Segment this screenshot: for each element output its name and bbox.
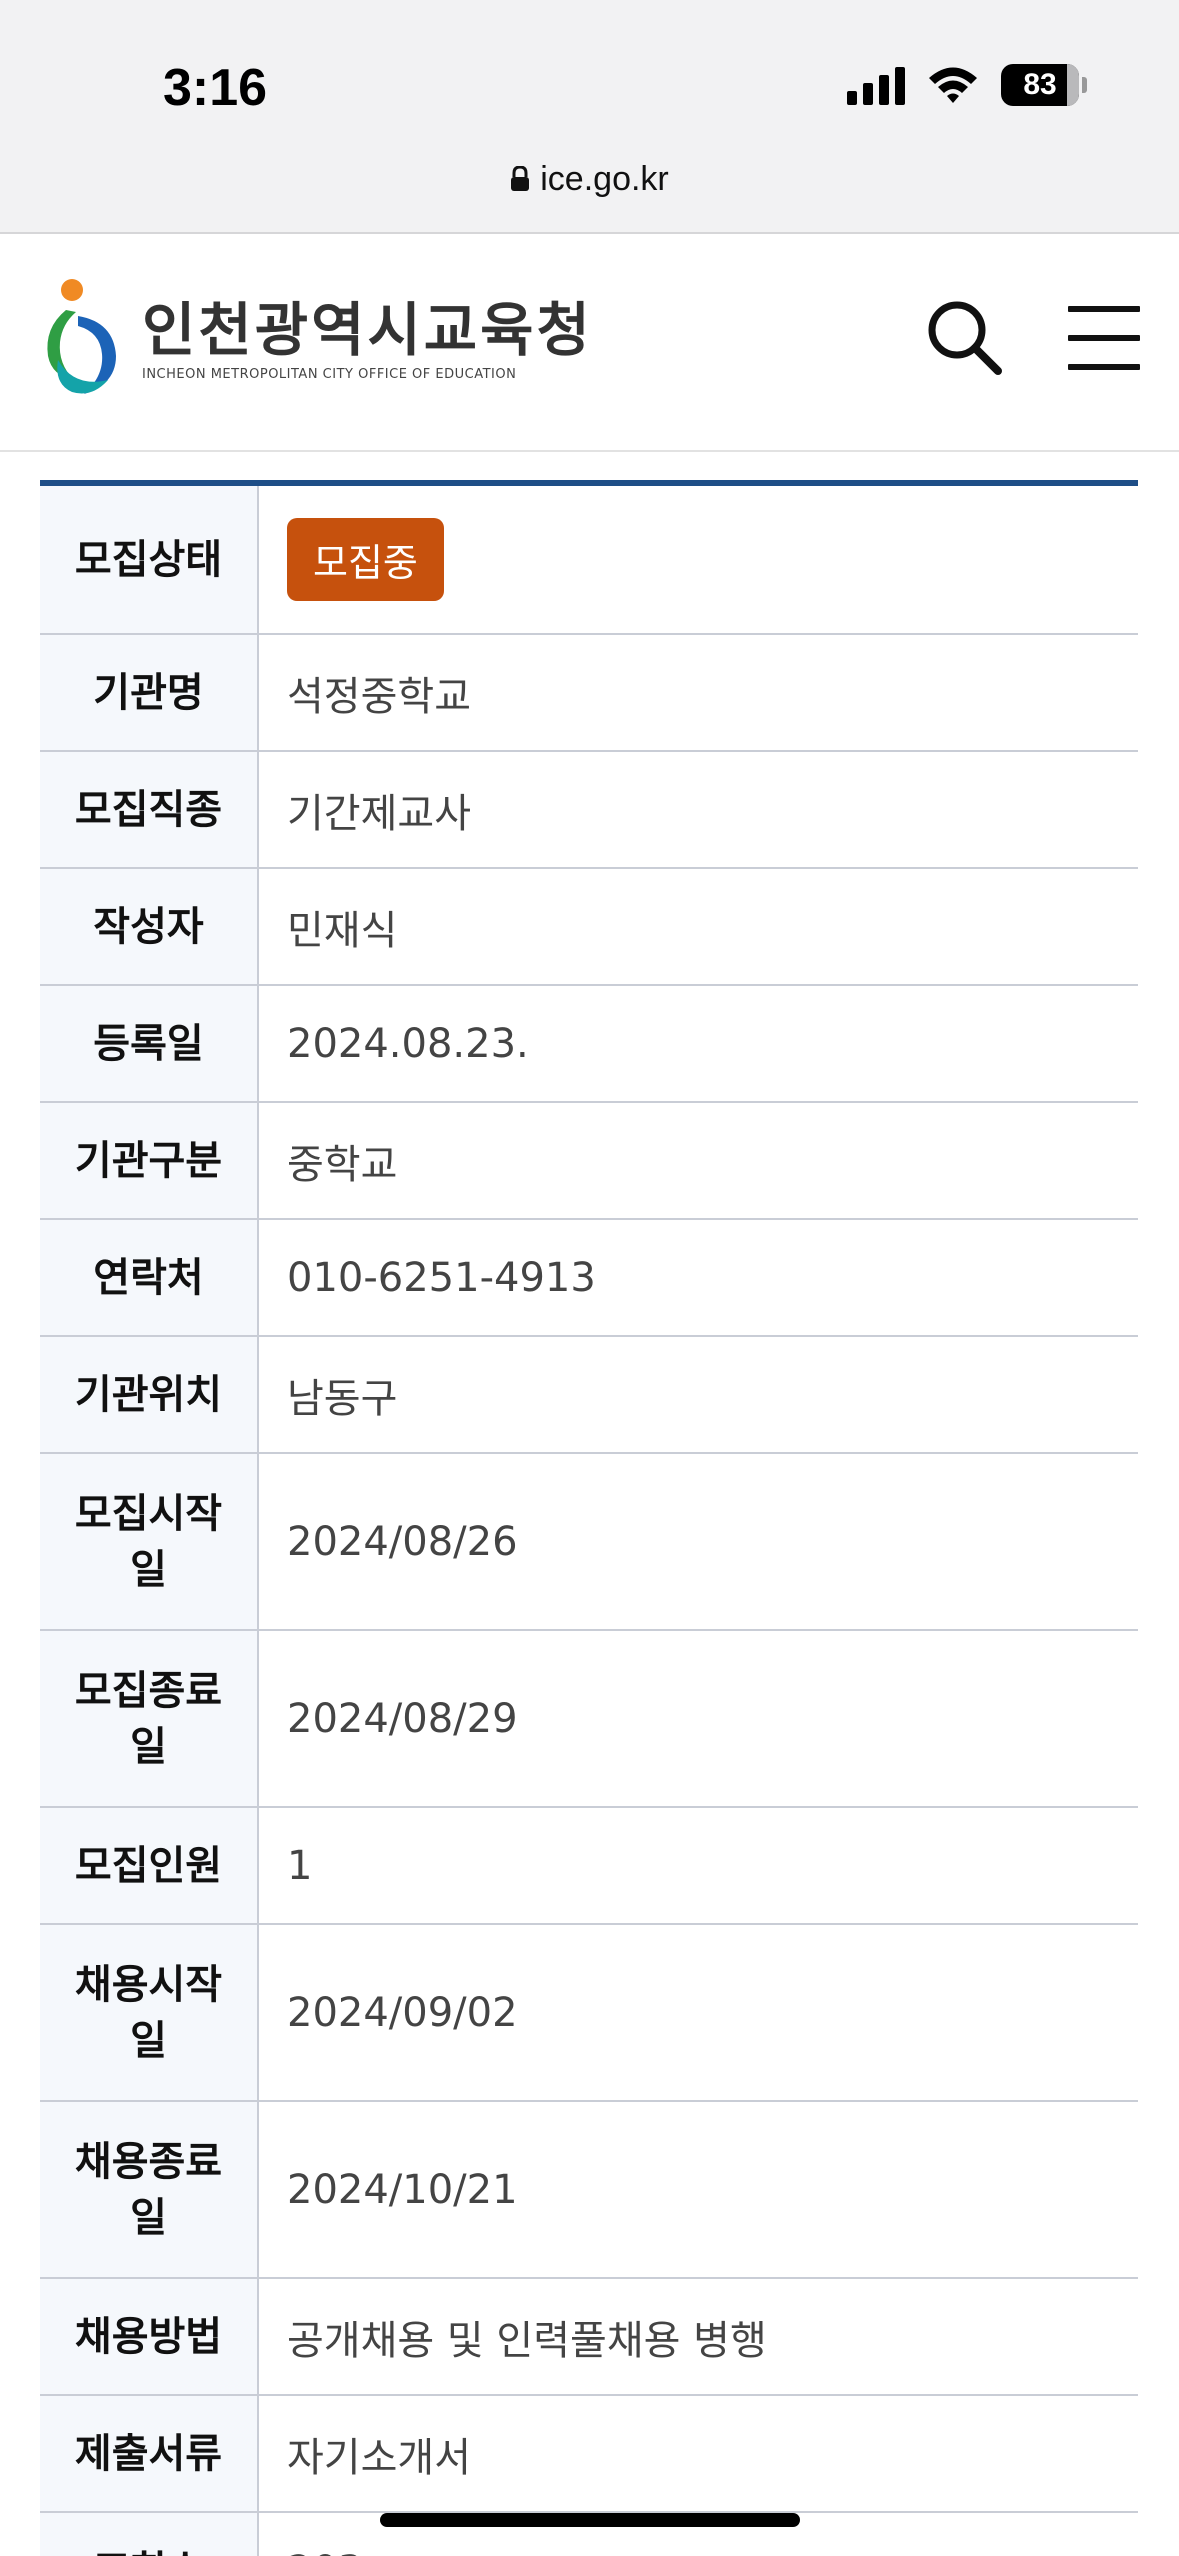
hamburger-menu-icon[interactable]	[1068, 306, 1140, 370]
row-value: 010-6251-4913	[258, 1219, 1138, 1337]
table-row: 모집인원 1	[40, 1807, 1138, 1925]
status-icons: 83	[847, 64, 1087, 106]
row-value: 중학교	[258, 1102, 1138, 1220]
row-value: 2024/10/21	[258, 2101, 1138, 2279]
row-label: 채용종료일	[40, 2101, 259, 2279]
status-badge: 모집중	[287, 518, 444, 601]
url-bar[interactable]: ice.go.kr	[0, 160, 1179, 199]
row-label: 모집인원	[40, 1807, 259, 1925]
table-row: 작성자 민재식	[40, 868, 1138, 986]
row-label: 제출서류	[40, 2395, 259, 2513]
table-row: 채용시작일 2024/09/02	[40, 1924, 1138, 2102]
row-label: 채용방법	[40, 2278, 259, 2396]
table-row: 모집종료일 2024/08/29	[40, 1630, 1138, 1808]
row-label: 모집종료일	[40, 1630, 259, 1808]
row-value: 2024.08.23.	[258, 985, 1138, 1103]
row-value: 기간제교사	[258, 751, 1138, 869]
row-label: 기관명	[40, 634, 259, 752]
row-label: 모집직종	[40, 751, 259, 869]
table-row: 제출서류 자기소개서	[40, 2395, 1138, 2513]
cellular-signal-icon	[847, 65, 905, 105]
row-value: 2024/09/02	[258, 1924, 1138, 2102]
row-value: 석정중학교	[258, 634, 1138, 752]
table-row: 모집상태 모집중	[40, 486, 1138, 635]
recruitment-detail-table: 모집상태 모집중 기관명 석정중학교 모집직종 기간제교사 작성자 민재식 등록…	[40, 480, 1138, 2556]
table-row: 등록일 2024.08.23.	[40, 985, 1138, 1103]
row-value: 민재식	[258, 868, 1138, 986]
row-label: 조회수	[40, 2512, 259, 2556]
site-name-ko: 인천광역시교육청	[142, 295, 593, 364]
row-value: 자기소개서	[258, 2395, 1138, 2513]
table-row: 기관구분 중학교	[40, 1102, 1138, 1220]
status-time: 3:16	[163, 59, 268, 117]
site-logo[interactable]: 인천광역시교육청 INCHEON METROPOLITAN CITY OFFIC…	[38, 276, 593, 406]
search-icon[interactable]	[925, 298, 1005, 378]
row-label: 작성자	[40, 868, 259, 986]
site-header: 인천광역시교육청 INCHEON METROPOLITAN CITY OFFIC…	[0, 236, 1179, 452]
row-value: 모집중	[258, 486, 1138, 635]
table-row: 모집직종 기간제교사	[40, 751, 1138, 869]
battery-icon: 83	[1001, 64, 1087, 106]
table-row: 모집시작일 2024/08/26	[40, 1453, 1138, 1631]
row-label: 기관위치	[40, 1336, 259, 1454]
table-row: 연락처 010-6251-4913	[40, 1219, 1138, 1337]
row-value: 1	[258, 1807, 1138, 1925]
row-label: 모집시작일	[40, 1453, 259, 1631]
home-indicator[interactable]	[380, 2513, 800, 2527]
row-label: 연락처	[40, 1219, 259, 1337]
row-label: 기관구분	[40, 1102, 259, 1220]
logo-text: 인천광역시교육청 INCHEON METROPOLITAN CITY OFFIC…	[142, 301, 593, 382]
table-row: 기관위치 남동구	[40, 1336, 1138, 1454]
row-value: 공개채용 및 인력풀채용 병행	[258, 2278, 1138, 2396]
table-row: 채용방법 공개채용 및 인력풀채용 병행	[40, 2278, 1138, 2396]
row-value: 남동구	[258, 1336, 1138, 1454]
row-label: 채용시작일	[40, 1924, 259, 2102]
lock-icon	[511, 166, 530, 191]
browser-chrome: 3:16 83 ice.go.kr	[0, 0, 1179, 234]
table-row: 기관명 석정중학교	[40, 634, 1138, 752]
row-value: 2024/08/29	[258, 1630, 1138, 1808]
table-row: 채용종료일 2024/10/21	[40, 2101, 1138, 2279]
page: 3:16 83 ice.go.kr 인천광역시교육청 INCHEON METRO…	[0, 0, 1179, 2556]
battery-level: 83	[1023, 68, 1057, 101]
site-name-en: INCHEON METROPOLITAN CITY OFFICE OF EDUC…	[142, 366, 517, 382]
url-text: ice.go.kr	[540, 160, 669, 198]
wifi-icon	[929, 67, 977, 103]
row-label: 등록일	[40, 985, 259, 1103]
row-label: 모집상태	[40, 486, 259, 635]
row-value: 2024/08/26	[258, 1453, 1138, 1631]
education-office-emblem-icon	[47, 279, 116, 394]
